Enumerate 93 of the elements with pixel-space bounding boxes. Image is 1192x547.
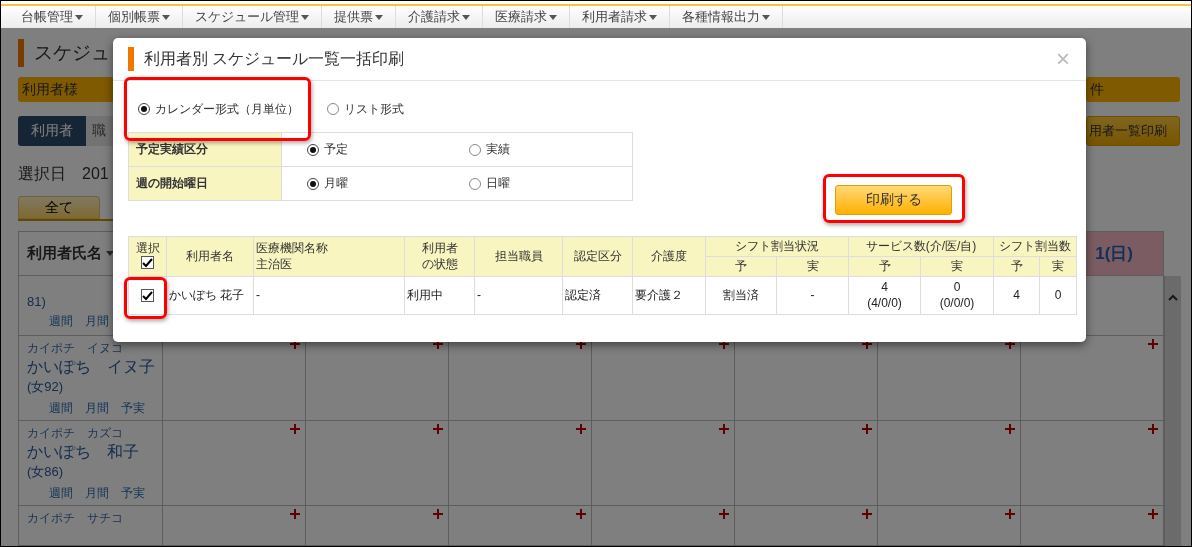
radio-button[interactable] bbox=[469, 143, 481, 156]
accent-bar bbox=[18, 39, 24, 67]
view-link[interactable]: 月間 bbox=[85, 485, 109, 502]
column-header: サービス数(介/医/自) bbox=[864, 238, 978, 255]
table-cell: 0 bbox=[1039, 276, 1077, 315]
user-name[interactable]: かいぽち イヌ子 bbox=[27, 357, 155, 378]
table-cell: 認定済 bbox=[562, 276, 633, 315]
checkbox[interactable] bbox=[141, 289, 154, 302]
kana-name: カイポチ カズコ bbox=[27, 425, 123, 442]
view-link[interactable]: 月間 bbox=[85, 313, 109, 330]
view-link[interactable]: 予実 bbox=[121, 485, 145, 502]
view-link[interactable]: 週間 bbox=[49, 485, 73, 502]
user-name[interactable]: かいぽち 和子 bbox=[27, 442, 139, 463]
radio-label[interactable]: 月曜 bbox=[324, 175, 348, 192]
table-cell: 4 (4/0/0) bbox=[848, 276, 921, 315]
page-title: スケジュ bbox=[34, 41, 110, 65]
column-header: 選択 bbox=[134, 240, 161, 257]
column-header: 実 bbox=[950, 258, 964, 275]
radio-label[interactable]: 予定 bbox=[324, 141, 348, 158]
caret-icon bbox=[762, 14, 770, 20]
scrollbar[interactable] bbox=[1164, 276, 1181, 546]
menu-item[interactable]: スケジュール管理 bbox=[183, 6, 322, 28]
table-cell: 割当済 bbox=[705, 276, 777, 315]
tab[interactable]: 職 bbox=[86, 116, 114, 146]
age-label: 81) bbox=[27, 294, 46, 309]
age-label: (女86) bbox=[27, 463, 64, 481]
selected-date: 選択日 201 bbox=[18, 164, 109, 184]
column-header: 利用者名 bbox=[185, 248, 235, 265]
menu-item[interactable]: 個別帳票 bbox=[96, 6, 183, 28]
caret-icon bbox=[301, 14, 309, 20]
caret-icon bbox=[649, 14, 657, 20]
menu-item[interactable]: 各種情報出力 bbox=[670, 6, 783, 28]
caret-icon bbox=[106, 251, 114, 256]
radio-button[interactable] bbox=[469, 177, 481, 190]
menu-item[interactable]: 提供票 bbox=[322, 6, 396, 28]
view-link[interactable]: 週間 bbox=[49, 313, 73, 330]
dialog-title: 利用者別 スケジュール一覧一括印刷 bbox=[144, 48, 406, 69]
menu-item[interactable]: 介護請求 bbox=[396, 6, 483, 28]
table-cell: - bbox=[253, 276, 405, 315]
table-cell: - bbox=[776, 276, 849, 315]
caret-icon bbox=[375, 14, 383, 20]
caret-icon bbox=[162, 14, 170, 20]
chevron-up-icon[interactable] bbox=[1168, 294, 1178, 301]
radio-button[interactable] bbox=[138, 103, 150, 115]
table-cell: 利用中 bbox=[404, 276, 475, 315]
radio-label[interactable]: リスト形式 bbox=[344, 100, 404, 118]
day-label: 1(日) bbox=[1095, 243, 1133, 265]
column-header: シフト割当状況 bbox=[734, 238, 820, 255]
radio-button[interactable] bbox=[327, 103, 339, 115]
view-link[interactable]: 予実 bbox=[121, 400, 145, 417]
column-header: の状態 bbox=[420, 256, 459, 273]
radio-label[interactable]: 日曜 bbox=[486, 175, 510, 192]
table-cell: かいぽち 花子 bbox=[166, 276, 254, 315]
radio-button[interactable] bbox=[307, 143, 319, 156]
column-header: 認定区分 bbox=[572, 248, 623, 265]
column-header: 介護度 bbox=[650, 248, 688, 265]
column-header: 担当職員 bbox=[493, 248, 544, 265]
radio-label[interactable]: 実績 bbox=[486, 141, 510, 158]
user-button[interactable]: 利用者様 bbox=[18, 77, 114, 102]
kana-name: カイポチ サチコ bbox=[27, 510, 123, 527]
option-label: 週の開始曜日 bbox=[128, 166, 282, 201]
column-header: シフト割当数 bbox=[998, 238, 1072, 255]
accent-bar bbox=[128, 47, 134, 71]
column-header: 予 bbox=[1009, 258, 1024, 275]
condition-button[interactable]: 件 bbox=[1086, 77, 1180, 102]
menu-item[interactable]: 利用者請求 bbox=[570, 6, 670, 28]
column-header: 予 bbox=[734, 258, 748, 275]
caret-icon bbox=[75, 14, 83, 20]
age-label: (女92) bbox=[27, 378, 64, 396]
tab[interactable]: 利用者 bbox=[18, 116, 86, 146]
menu-item[interactable]: 台帳管理 bbox=[9, 6, 96, 28]
table-cell: 4 bbox=[993, 276, 1040, 315]
column-header: 実 bbox=[805, 258, 820, 275]
caret-icon bbox=[549, 14, 557, 20]
column-header: 実 bbox=[1051, 258, 1065, 275]
filter-tab[interactable]: 全て bbox=[18, 196, 100, 219]
menu-item[interactable]: 医療請求 bbox=[483, 6, 570, 28]
checkbox[interactable] bbox=[141, 256, 154, 270]
table-cell: - bbox=[474, 276, 563, 315]
radio-button[interactable] bbox=[307, 177, 319, 190]
view-link[interactable]: 週間 bbox=[49, 400, 73, 417]
column-header: 主治医 bbox=[256, 256, 293, 273]
caret-icon bbox=[462, 14, 470, 20]
print-button[interactable]: 印刷する bbox=[835, 185, 952, 215]
kana-name: カイポチ イヌコ bbox=[27, 340, 123, 357]
column-header: 利用者 bbox=[420, 240, 459, 257]
table-cell: 0 (0/0/0) bbox=[920, 276, 994, 315]
header-label: 利用者氏名 bbox=[27, 244, 102, 263]
view-link[interactable]: 月間 bbox=[85, 400, 109, 417]
radio-label[interactable]: カレンダー形式（月単位） bbox=[155, 100, 299, 118]
column-header: 医療機関名称 bbox=[256, 240, 329, 257]
table-cell: 要介護２ bbox=[632, 276, 706, 315]
column-header: 予 bbox=[877, 258, 892, 275]
